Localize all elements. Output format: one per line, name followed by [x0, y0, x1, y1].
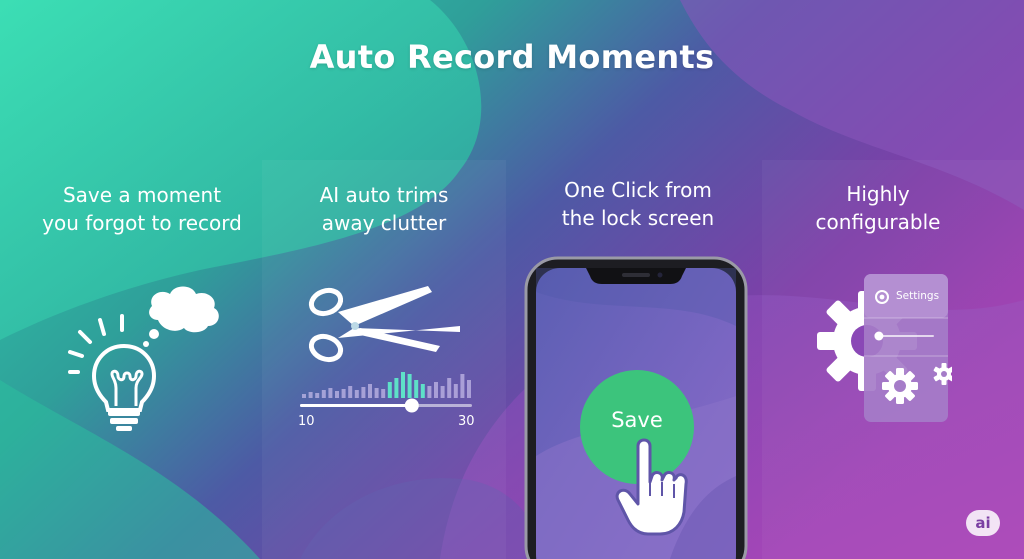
scissors-icon	[308, 286, 460, 363]
waveform-bar	[460, 374, 465, 398]
feature-caption-text: One Click from the lock screen	[561, 178, 715, 230]
waveform-bar	[321, 390, 326, 398]
waveform-bar	[374, 388, 379, 398]
thought-cloud-icon	[143, 286, 219, 347]
waveform-bars	[302, 372, 471, 398]
feature-caption-3: One Click from the lock screen	[506, 176, 770, 232]
feature-caption-text: Highly configurable	[815, 182, 941, 234]
waveform-bar	[434, 382, 438, 398]
waveform-bar	[328, 388, 333, 398]
tap-hand-icon	[615, 438, 688, 536]
waveform-bar	[381, 389, 386, 398]
feature-caption-text: AI auto trims away clutter	[319, 183, 449, 235]
small-gear-icon	[882, 368, 918, 404]
waveform-bar	[447, 378, 452, 398]
trim-min-label: 10	[298, 414, 315, 429]
feature-caption-4: Highly configurable	[762, 180, 994, 236]
slide-title: Auto Record Moments	[309, 38, 715, 76]
waveform-bar	[302, 394, 306, 398]
waveform-bar	[348, 386, 353, 398]
waveform-bar	[407, 374, 412, 398]
waveform-bar	[361, 387, 366, 398]
feature-caption-2: AI auto trims away clutter	[262, 181, 506, 237]
trim-waveform	[300, 372, 472, 413]
waveform-bar	[341, 389, 346, 398]
waveform-bar	[467, 380, 471, 398]
save-button-label[interactable]: Save	[580, 408, 694, 432]
waveform-bar	[315, 393, 320, 398]
settings-slider-knob[interactable]	[874, 331, 884, 341]
waveform-bar	[420, 384, 425, 398]
waveform-bar	[308, 392, 313, 398]
waveform-bar	[414, 380, 419, 398]
waveform-bar	[387, 382, 392, 398]
settings-label: Settings	[896, 290, 940, 302]
waveform-bar	[401, 372, 405, 398]
trim-handle[interactable]	[404, 398, 419, 413]
waveform-bar	[335, 391, 339, 398]
waveform-bar	[394, 378, 399, 398]
waveform-bar	[354, 390, 359, 398]
lightbulb-thought-icon	[68, 286, 219, 431]
feature-caption-1: Save a moment you forgot to record	[0, 181, 284, 237]
trim-max-label: 30	[458, 414, 475, 429]
ai-badge: ai	[966, 510, 1000, 536]
waveform-bar	[453, 384, 458, 398]
feature-caption-text: Save a moment you forgot to record	[42, 183, 242, 235]
waveform-bar	[368, 384, 372, 398]
waveform-bar	[440, 386, 445, 398]
waveform-bar	[427, 386, 432, 398]
